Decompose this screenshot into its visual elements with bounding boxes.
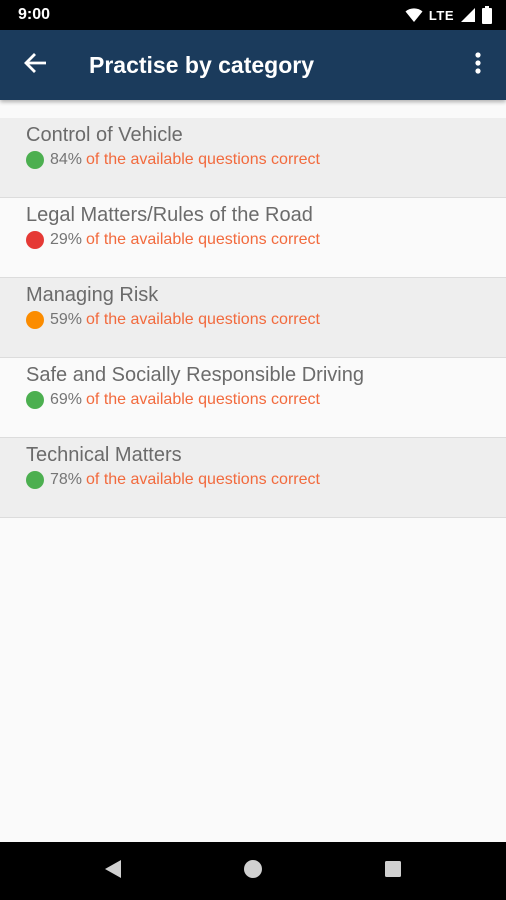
circle-home-icon (243, 859, 263, 884)
category-item-technical-matters[interactable]: Technical Matters 78% of the available q… (0, 438, 506, 518)
category-item-safe-driving[interactable]: Safe and Socially Responsible Driving 69… (0, 358, 506, 438)
status-dot-icon (26, 311, 44, 329)
more-vert-icon (475, 51, 481, 79)
score-suffix: of the available questions correct (86, 471, 320, 488)
status-dot-icon (26, 391, 44, 409)
category-score: 59% of the available questions correct (26, 310, 506, 330)
category-title: Technical Matters (26, 444, 182, 466)
category-score: 78% of the available questions correct (26, 470, 506, 490)
overflow-menu-button[interactable] (450, 30, 506, 100)
score-suffix: of the available questions correct (86, 391, 320, 408)
battery-icon (482, 6, 492, 24)
category-item-managing-risk[interactable]: Managing Risk 59% of the available quest… (0, 278, 506, 358)
category-item-legal-matters[interactable]: Legal Matters/Rules of the Road 29% of t… (0, 198, 506, 278)
triangle-back-icon (104, 859, 122, 884)
category-title: Managing Risk (26, 284, 159, 306)
score-percent: 69% (50, 391, 83, 408)
category-title: Legal Matters/Rules of the Road (26, 204, 313, 226)
back-button[interactable] (0, 30, 70, 100)
score-percent: 59% (50, 311, 83, 328)
category-score: 69% of the available questions correct (26, 390, 506, 410)
category-title: Safe and Socially Responsible Driving (26, 364, 364, 386)
status-dot-icon (26, 231, 44, 249)
score-suffix: of the available questions correct (86, 151, 320, 168)
score-suffix: of the available questions correct (86, 311, 320, 328)
score-suffix: of the available questions correct (86, 231, 320, 248)
score-percent: 84% (50, 151, 83, 168)
page-title: Practise by category (89, 51, 315, 78)
network-type: LTE (428, 7, 454, 23)
system-nav-bar (0, 842, 506, 900)
category-score: 29% of the available questions correct (26, 230, 506, 250)
score-percent: 29% (50, 231, 83, 248)
status-time: 9:00 (18, 6, 51, 23)
category-list: Control of Vehicle 84% of the available … (0, 118, 506, 518)
category-item-control-of-vehicle[interactable]: Control of Vehicle 84% of the available … (0, 118, 506, 198)
score-percent: 78% (50, 471, 83, 488)
nav-home-button[interactable] (183, 842, 323, 900)
square-recents-icon (384, 860, 402, 883)
category-score: 84% of the available questions correct (26, 150, 506, 170)
wifi-icon (405, 7, 423, 23)
arrow-left-icon (24, 52, 47, 78)
status-dot-icon (26, 471, 44, 489)
nav-recents-button[interactable] (323, 842, 463, 900)
cell-signal-icon (460, 7, 476, 23)
category-title: Control of Vehicle (26, 124, 183, 146)
app-bar: Practise by category (0, 30, 506, 100)
status-dot-icon (26, 151, 44, 169)
status-bar: 9:00 LTE (0, 0, 506, 30)
nav-back-button[interactable] (43, 842, 183, 900)
status-icons: LTE (405, 6, 492, 24)
